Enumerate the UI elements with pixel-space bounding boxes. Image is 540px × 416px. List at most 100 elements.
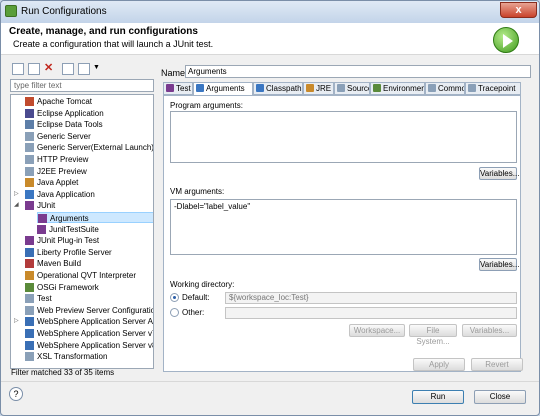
junit-test-suite-icon — [37, 224, 46, 234]
tree-expander-icon[interactable]: ◢ — [14, 200, 19, 211]
web-preview-server-icon — [25, 305, 34, 315]
tab-label: JRE — [316, 84, 332, 93]
tree-item-label: Eclipse Data Tools — [37, 120, 103, 130]
tree-item-qvt-interpreter[interactable]: Operational QVT Interpreter — [25, 270, 153, 281]
tab-environment[interactable]: Environment — [370, 82, 425, 95]
arguments-panel: Program arguments: Variables... VM argum… — [163, 95, 521, 372]
tree-item-maven-build[interactable]: Maven Build — [25, 258, 153, 269]
tree-item-label: WebSphere Application Server v7.0 A — [37, 329, 153, 338]
tree-toolbar: ✕ ▼ — [8, 61, 155, 77]
new-config-icon[interactable] — [12, 63, 24, 75]
liberty-profile-server-icon — [25, 247, 34, 257]
qvt-interpreter-icon — [25, 271, 34, 280]
view-menu-chevron-down-icon[interactable]: ▼ — [93, 64, 100, 71]
tree-item-eclipse-data-tools[interactable]: Eclipse Data Tools — [25, 119, 153, 130]
tree-item-apache-tomcat[interactable]: Apache Tomcat — [25, 96, 153, 107]
tree-item-junit[interactable]: ◢ JUnit — [14, 200, 153, 211]
tab-arguments[interactable]: Arguments — [193, 82, 253, 96]
tree-item-label: Maven Build — [37, 259, 82, 269]
program-variables-button[interactable]: Variables... — [479, 167, 519, 180]
tree-item-xsl-transformation[interactable]: XSL Transformation — [25, 351, 153, 362]
tab-arguments-icon — [196, 84, 204, 92]
maven-build-icon — [25, 259, 34, 269]
tree-item-junit-plugin-test[interactable]: JUnit Plug-in Test — [25, 235, 153, 246]
tree-item-label: Java Applet — [37, 178, 79, 188]
java-applet-icon — [25, 178, 34, 188]
filter-status: Filter matched 33 of 35 items — [11, 368, 115, 377]
tree-item-websphere-admin[interactable]: ▷ WebSphere Application Server Admin — [14, 316, 153, 327]
tree-item-websphere-v85[interactable]: WebSphere Application Server v8.5 A — [25, 340, 153, 351]
tab-classpath-icon — [256, 84, 264, 92]
file-system-button[interactable]: File System... — [409, 324, 457, 346]
window-close-button[interactable]: x — [500, 2, 537, 18]
filter-config-icon[interactable] — [78, 63, 90, 75]
tree-item-label: JunitTestSuite — [49, 224, 99, 234]
tab-jre[interactable]: JRE — [303, 82, 334, 95]
tree-item-label: XSL Transformation — [37, 352, 108, 362]
tree-item-generic-server[interactable]: Generic Server — [25, 131, 153, 142]
tree-expander-icon[interactable]: ▷ — [14, 316, 19, 327]
vm-arguments-textarea[interactable]: -Dlabel="label_value" — [170, 199, 517, 255]
apply-button[interactable]: Apply — [413, 358, 465, 371]
tab-test[interactable]: Test — [163, 82, 193, 95]
tree-item-arguments[interactable]: Arguments — [37, 212, 153, 223]
window-title: Run Configurations — [21, 6, 107, 17]
tree-item-generic-server-external[interactable]: Generic Server(External Launch) — [25, 142, 153, 153]
default-directory-radio[interactable] — [170, 293, 179, 302]
filter-input[interactable]: type filter text — [10, 79, 154, 92]
generic-server-icon — [25, 131, 34, 141]
tab-label: Tracepoint — [478, 84, 516, 93]
tree-item-java-application[interactable]: ▷ Java Application — [14, 189, 153, 200]
close-button[interactable]: Close — [474, 390, 526, 404]
working-directory-label: Working directory: — [170, 280, 235, 289]
tab-label: Common — [438, 84, 464, 93]
junit-plugin-test-icon — [25, 236, 34, 246]
tree-item-liberty-profile-server[interactable]: Liberty Profile Server — [25, 247, 153, 258]
tree-item-osgi-framework[interactable]: OSGi Framework — [25, 282, 153, 293]
dialog-header: Create, manage, and run configurations C… — [1, 23, 539, 55]
workspace-button[interactable]: Workspace... — [349, 324, 405, 337]
websphere-v7-icon — [25, 329, 34, 338]
tree-item-label: OSGi Framework — [37, 282, 99, 292]
config-tabs: Test Arguments Classpath JRE Source Environme… — [163, 82, 531, 96]
default-directory-field: ${workspace_loc:Test} — [225, 292, 517, 304]
tree-item-web-preview-server[interactable]: Web Preview Server Configuration — [25, 305, 154, 316]
tab-common[interactable]: Common — [425, 82, 465, 95]
name-input[interactable]: Arguments — [185, 65, 531, 78]
tree-item-http-preview[interactable]: HTTP Preview — [25, 154, 153, 165]
tab-tracepoint[interactable]: Tracepoint — [465, 82, 521, 95]
delete-config-icon[interactable]: ✕ — [44, 63, 56, 75]
tree-item-label: HTTP Preview — [37, 155, 89, 164]
run-play-icon — [493, 27, 519, 53]
tree-item-label: Web Preview Server Configuration — [37, 305, 154, 315]
run-button[interactable]: Run — [412, 390, 464, 404]
http-preview-icon — [25, 155, 34, 164]
revert-button[interactable]: Revert — [471, 358, 523, 371]
collapse-all-icon[interactable] — [62, 63, 74, 75]
eclipse-application-icon — [25, 108, 34, 118]
tab-label: Test — [176, 84, 191, 93]
tree-item-label: Test — [37, 294, 52, 304]
tree-expander-icon[interactable]: ▷ — [14, 189, 19, 200]
tab-source[interactable]: Source — [334, 82, 370, 95]
configuration-tree[interactable]: Apache Tomcat Eclipse Application Eclipse … — [10, 94, 154, 369]
tree-item-test[interactable]: Test — [25, 293, 153, 304]
websphere-v85-icon — [25, 340, 34, 350]
header-subtitle: Create a configuration that will launch … — [13, 39, 214, 49]
tree-item-junit-test-suite[interactable]: JunitTestSuite — [37, 224, 153, 235]
other-directory-field[interactable] — [225, 307, 517, 319]
tree-item-eclipse-application[interactable]: Eclipse Application — [25, 108, 153, 119]
program-arguments-textarea[interactable] — [170, 111, 517, 163]
configuration-editor: Name: Arguments Test Arguments Classpath JR… — [161, 65, 531, 379]
tab-classpath[interactable]: Classpath — [253, 82, 303, 95]
tree-item-java-applet[interactable]: Java Applet — [25, 177, 153, 188]
vm-variables-button[interactable]: Variables... — [479, 258, 519, 271]
title-bar: Run Configurations x — [1, 1, 539, 23]
other-directory-radio[interactable] — [170, 308, 179, 317]
tree-item-label: Java Application — [37, 189, 95, 199]
tree-item-websphere-v7[interactable]: WebSphere Application Server v7.0 A — [25, 328, 153, 339]
working-directory-variables-button[interactable]: Variables... — [462, 324, 517, 337]
help-icon[interactable]: ? — [9, 387, 23, 401]
tree-item-j2ee-preview[interactable]: J2EE Preview — [25, 166, 153, 177]
duplicate-config-icon[interactable] — [28, 63, 40, 75]
